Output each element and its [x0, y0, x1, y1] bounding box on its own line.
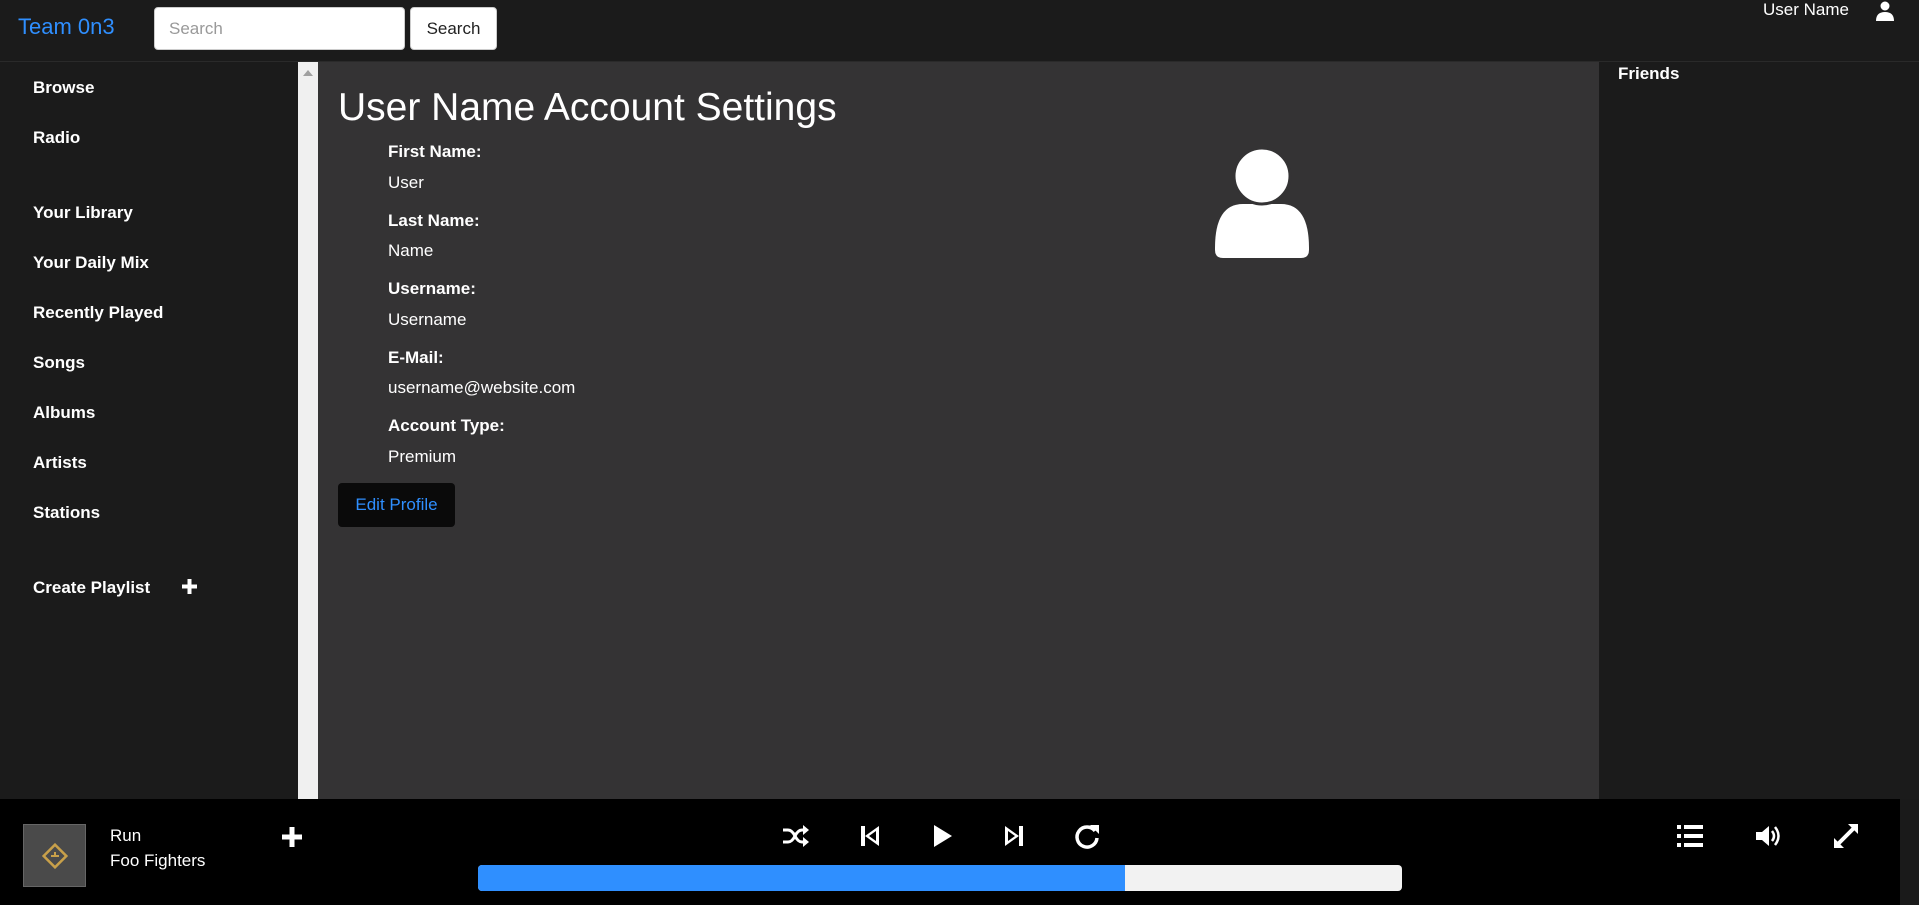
volume-icon[interactable]	[1753, 821, 1783, 851]
page-title: User Name Account Settings	[338, 86, 837, 129]
edit-profile-button[interactable]: Edit Profile	[338, 483, 455, 527]
main-content: User Name Account Settings First Name: U…	[318, 62, 1599, 799]
sidebar-item-browse[interactable]: Browse	[33, 78, 94, 98]
first-name-label: First Name:	[388, 142, 482, 161]
email-value: username@website.com	[388, 378, 576, 397]
first-name-value: User	[388, 173, 424, 192]
last-name-value: Name	[388, 241, 434, 260]
brand-logo[interactable]: Team 0n3	[18, 14, 115, 40]
add-playlist-icon[interactable]	[182, 579, 197, 594]
sidebar-item-radio[interactable]: Radio	[33, 128, 80, 148]
repeat-icon[interactable]	[1072, 821, 1102, 851]
sidebar: Browse Radio Your Library Your Daily Mix…	[0, 62, 298, 799]
sidebar-item-recently-played[interactable]: Recently Played	[33, 303, 163, 323]
progress-fill	[478, 865, 1125, 891]
sidebar-item-your-library[interactable]: Your Library	[33, 203, 133, 223]
account-type-value: Premium	[388, 447, 457, 466]
friends-title: Friends	[1618, 64, 1680, 83]
search-button[interactable]: Search	[410, 7, 497, 50]
player-bar: Run Foo Fighters	[0, 799, 1900, 905]
next-icon[interactable]	[999, 821, 1029, 851]
last-name-label: Last Name:	[388, 211, 480, 230]
player-edge	[1900, 799, 1919, 905]
search-input[interactable]	[154, 7, 405, 50]
previous-icon[interactable]	[855, 821, 885, 851]
user-icon[interactable]	[1874, 0, 1896, 22]
sidebar-item-stations[interactable]: Stations	[33, 503, 100, 523]
play-icon[interactable]	[927, 821, 957, 851]
friends-panel: Friends	[1599, 62, 1919, 799]
shuffle-icon[interactable]	[780, 821, 810, 851]
top-bar: Team 0n3 Search User Name	[0, 0, 1919, 62]
main-scrollbar[interactable]	[298, 62, 318, 799]
create-playlist-link[interactable]: Create Playlist	[33, 578, 150, 598]
album-logo-icon	[41, 842, 68, 869]
album-art[interactable]	[23, 824, 86, 887]
scroll-up-arrow-icon[interactable]	[303, 70, 313, 76]
queue-icon[interactable]	[1675, 821, 1705, 851]
sidebar-item-daily-mix[interactable]: Your Daily Mix	[33, 253, 149, 273]
user-name-link[interactable]: User Name	[1763, 0, 1849, 20]
progress-bar[interactable]	[478, 865, 1402, 891]
username-label: Username:	[388, 279, 476, 298]
sidebar-item-songs[interactable]: Songs	[33, 353, 85, 373]
username-value: Username	[388, 310, 467, 329]
fullscreen-icon[interactable]	[1831, 821, 1861, 851]
sidebar-item-albums[interactable]: Albums	[33, 403, 95, 423]
email-label: E-Mail:	[388, 348, 444, 367]
track-artist[interactable]: Foo Fighters	[110, 851, 205, 871]
track-title[interactable]: Run	[110, 826, 141, 846]
profile-avatar-icon	[1215, 148, 1309, 258]
sidebar-item-artists[interactable]: Artists	[33, 453, 87, 473]
account-type-label: Account Type:	[388, 416, 505, 435]
add-to-library-icon[interactable]	[282, 827, 302, 847]
